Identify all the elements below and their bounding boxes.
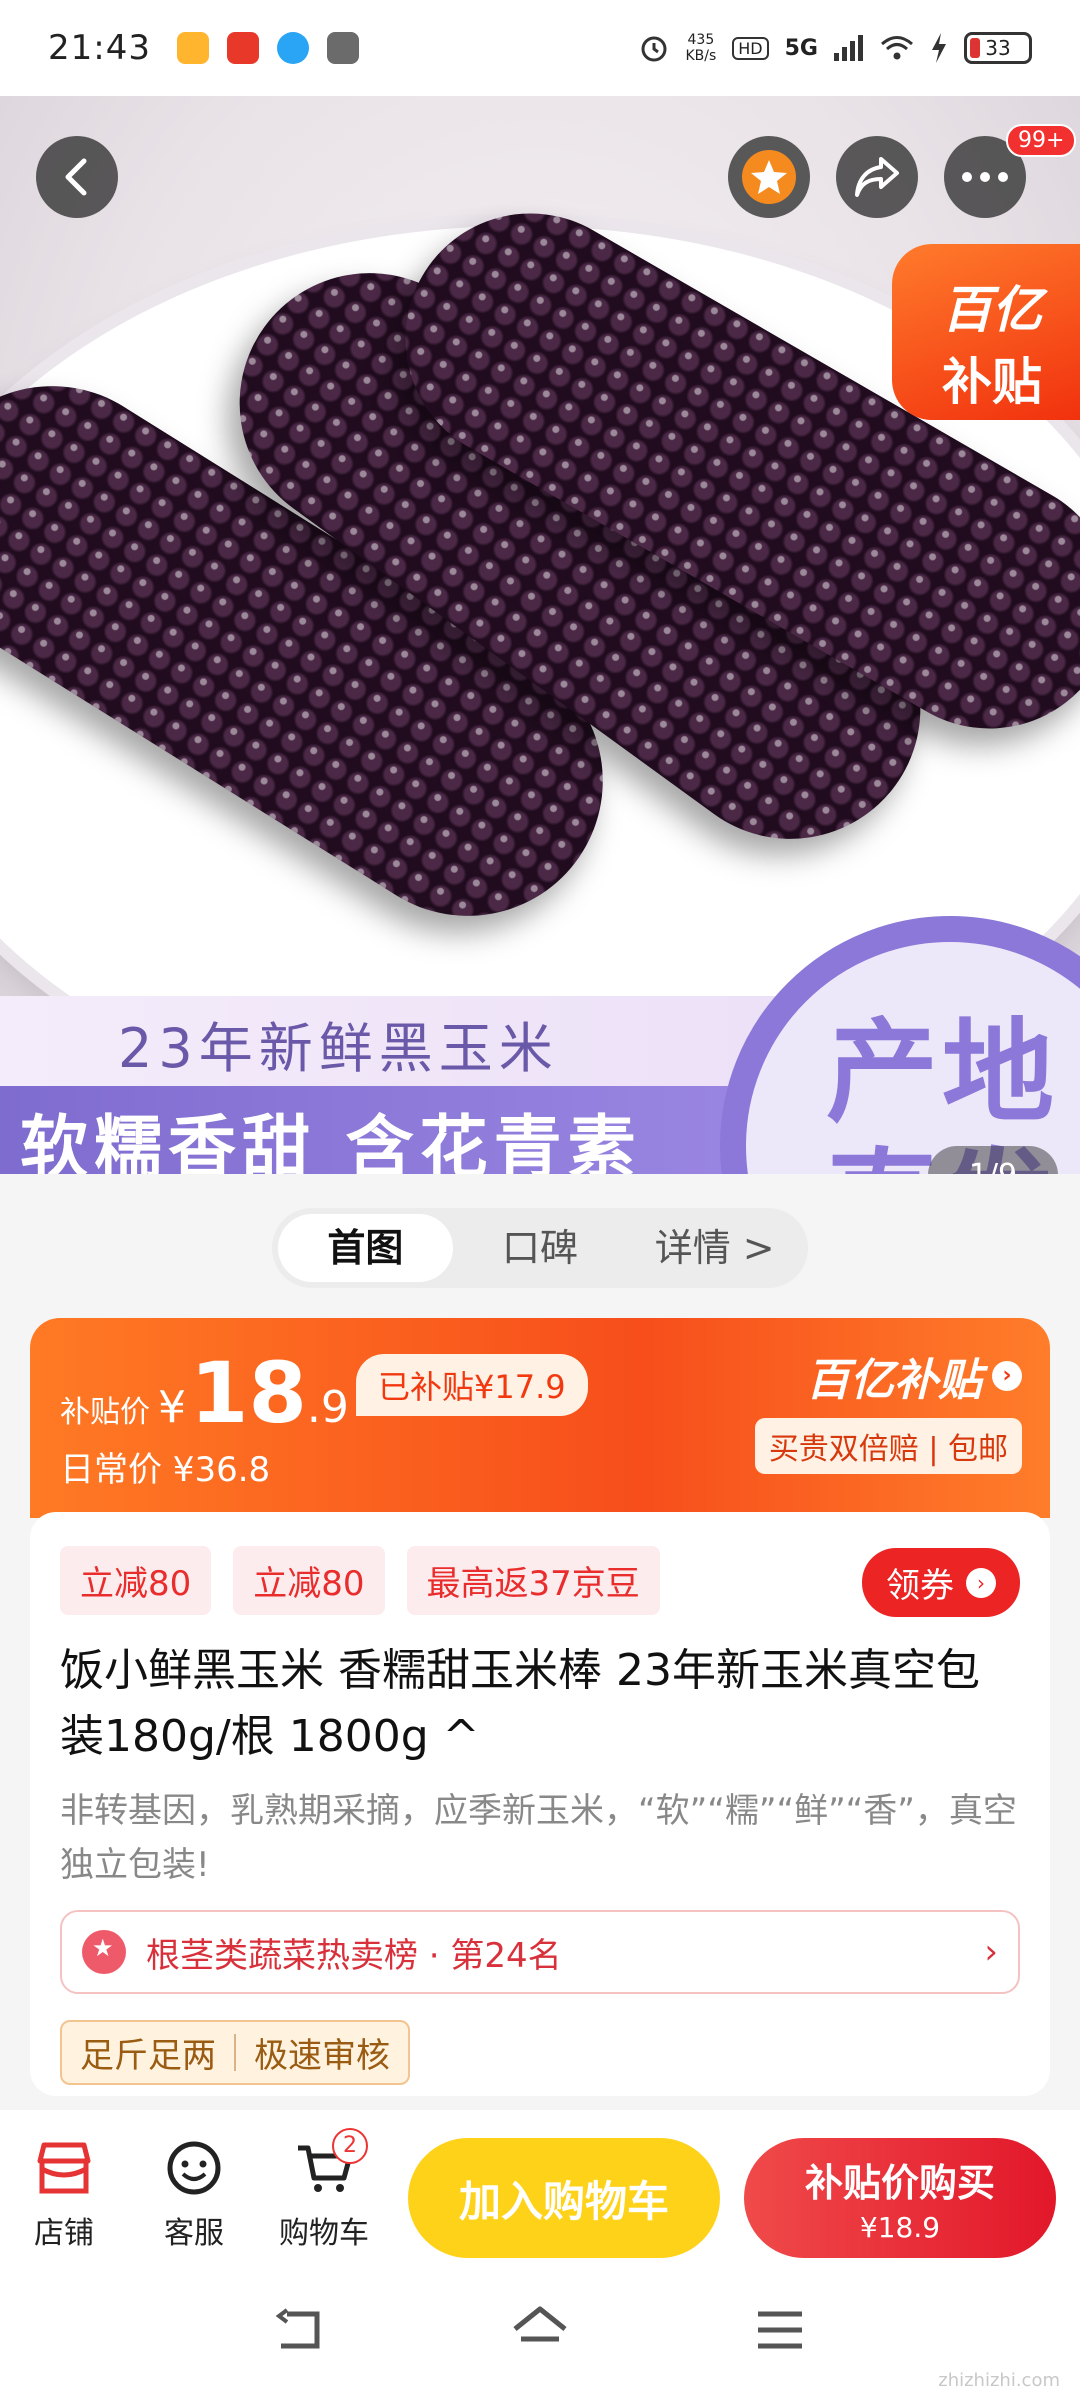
service-tags[interactable]: 足斤足两 极速审核 xyxy=(60,2020,410,2085)
status-bar: 21:43 435 KB/s HD 5G 33 xyxy=(0,0,1080,96)
image-pager: 1/9 xyxy=(928,1146,1058,1174)
status-indicators: 435 KB/s HD 5G 33 xyxy=(639,32,1032,64)
battery-icon: 33 xyxy=(964,32,1032,64)
cart-label: 购物车 xyxy=(279,2216,369,2251)
hot-rank-banner[interactable]: 根茎类蔬菜热卖榜 · 第24名 › xyxy=(60,1910,1020,1994)
service-tag: 极速审核 xyxy=(254,2036,390,2076)
battery-level xyxy=(970,38,980,58)
net-speed-unit: KB/s xyxy=(685,48,717,64)
section-tabs: 首图 口碑 详情 > xyxy=(272,1208,808,1288)
guarantee-badge: 买贵双倍赔 | 包邮 xyxy=(754,1418,1022,1474)
store-icon xyxy=(14,2138,114,2198)
subsidy-tag-line2: 补贴 xyxy=(942,353,1042,411)
coupon-tag[interactable]: 立减80 xyxy=(233,1546,385,1615)
service-tag: 足斤足两 xyxy=(80,2036,216,2076)
favorite-button[interactable] xyxy=(728,136,810,218)
nav-back-icon xyxy=(275,2308,320,2349)
watermark: zhizhizhi.com xyxy=(938,2370,1060,2391)
chevron-right-icon: › xyxy=(992,1361,1022,1391)
subsidy-price: 补贴价 ¥ 18 .9 xyxy=(60,1344,349,1442)
buy-button-label: 补贴价购买 xyxy=(804,2161,995,2205)
coupon-tag[interactable]: 最高返37京豆 xyxy=(406,1546,660,1615)
subsidy-price-label: 补贴价 xyxy=(60,1395,150,1430)
subsidy-tag-line1: 百亿 xyxy=(942,281,1042,339)
app-notification-icon xyxy=(176,32,209,64)
product-info-card: 立减80 立减80 最高返37京豆 领券 › 饭小鲜黑玉米 香糯甜玉米棒 23年… xyxy=(30,1512,1050,2096)
banner-subtitle-text: 23年新鲜黑玉米 xyxy=(118,1017,559,1080)
cart-button[interactable]: 2 购物车 xyxy=(274,2128,374,2252)
banner-title: 软糯香甜 含花青素 xyxy=(0,1086,760,1174)
qq-icon xyxy=(276,32,309,64)
product-page: 21:43 435 KB/s HD 5G 33 99+ 百亿 补贴 23年新鲜黑… xyxy=(0,0,1080,2400)
subsidized-amount-badge: 已补贴¥17.9 xyxy=(356,1354,588,1416)
signal-icon xyxy=(834,35,863,61)
medal-icon xyxy=(82,1930,126,1974)
subsidy-tag: 百亿 补贴 xyxy=(892,244,1080,420)
hot-rank-text: 根茎类蔬菜热卖榜 · 第24名 xyxy=(146,1935,562,1976)
customer-service-button[interactable]: 客服 xyxy=(144,2138,244,2252)
system-nav-bar xyxy=(0,2260,1080,2400)
alipay-icon xyxy=(326,32,359,64)
currency-symbol: ¥ xyxy=(158,1382,186,1433)
banner-title-text: 软糯香甜 含花青素 xyxy=(20,1109,642,1174)
cart-count-badge: 2 xyxy=(332,2128,368,2164)
coupon-list: 立减80 立减80 最高返37京豆 xyxy=(60,1546,660,1615)
add-to-cart-button[interactable]: 加入购物车 xyxy=(408,2138,720,2258)
alarm-icon xyxy=(641,36,667,62)
price-integer: 18 xyxy=(190,1344,307,1442)
customer-service-icon xyxy=(144,2138,244,2198)
price-decimal: .9 xyxy=(306,1382,349,1433)
nav-home-icon xyxy=(513,2306,567,2342)
bottom-action-bar: 店铺 客服 2 购物车 加入购物车 补贴价购买 ¥18.9 xyxy=(0,2110,1080,2260)
hd-badge: HD xyxy=(732,36,769,60)
status-time: 21:43 xyxy=(48,28,151,68)
net-speed: 435 KB/s xyxy=(685,32,716,64)
tab-details[interactable]: 详情 > xyxy=(627,1214,802,1282)
banner-subtitle: 23年新鲜黑玉米 xyxy=(0,996,820,1086)
product-image-carousel[interactable]: 99+ 百亿 补贴 23年新鲜黑玉米 软糯香甜 含花青素 产地 直发 1/9 xyxy=(0,96,1080,1174)
net-speed-value: 435 xyxy=(687,32,715,48)
subsidy-brand-text: 百亿补贴 xyxy=(806,1355,982,1406)
network-type: 5G xyxy=(784,35,818,61)
nav-menu-button[interactable] xyxy=(750,2300,810,2360)
tab-main-image[interactable]: 首图 xyxy=(278,1214,453,1282)
notification-badge: 99+ xyxy=(1006,124,1077,157)
nav-back-button[interactable] xyxy=(270,2300,330,2360)
get-coupon-button[interactable]: 领券 › xyxy=(862,1548,1020,1617)
price-panel: 补贴价 ¥ 18 .9 已补贴¥17.9 日常价 ¥36.8 百亿补贴 › 买贵… xyxy=(30,1318,1050,1518)
share-icon xyxy=(855,157,899,197)
product-description: 非转基因，乳熟期采摘，应季新玉米，“软”“糯”“鲜”“香”，真空独立包装! xyxy=(60,1791,1017,1885)
store-label: 店铺 xyxy=(34,2216,94,2251)
get-coupon-label: 领券 xyxy=(886,1566,954,1606)
share-button[interactable] xyxy=(836,136,918,218)
nav-menu-icon xyxy=(758,2311,802,2349)
back-button[interactable] xyxy=(36,136,118,218)
star-icon xyxy=(742,150,796,204)
app-notification-icon xyxy=(226,32,259,64)
subsidy-brand-title: 百亿补贴 › xyxy=(806,1344,1022,1408)
charging-icon xyxy=(932,33,946,63)
chevron-right-icon: › xyxy=(984,1932,998,1972)
product-title[interactable]: 饭小鲜黑玉米 香糯甜玉米棒 23年新玉米真空包装180g/根 1800g ^ xyxy=(60,1638,1020,1770)
tab-reviews[interactable]: 口碑 xyxy=(453,1214,628,1282)
customer-service-label: 客服 xyxy=(164,2216,224,2251)
subsidy-brand[interactable]: 百亿补贴 › 买贵双倍赔 | 包邮 xyxy=(754,1344,1022,1474)
back-arrow-icon xyxy=(65,158,87,196)
wifi-icon xyxy=(881,36,913,60)
more-icon xyxy=(962,172,1008,182)
coupon-tag[interactable]: 立减80 xyxy=(60,1546,212,1615)
daily-price: 日常价 ¥36.8 xyxy=(60,1450,271,1490)
chevron-right-icon: › xyxy=(966,1567,996,1598)
status-app-icons xyxy=(176,32,359,64)
nav-home-button[interactable] xyxy=(510,2300,570,2360)
store-button[interactable]: 店铺 xyxy=(14,2138,114,2252)
battery-percent: 33 xyxy=(985,36,1011,60)
cart-icon: 2 xyxy=(274,2128,374,2198)
buy-button-price: ¥18.9 xyxy=(859,2211,941,2244)
subsidy-buy-button[interactable]: 补贴价购买 ¥18.9 xyxy=(744,2138,1056,2258)
